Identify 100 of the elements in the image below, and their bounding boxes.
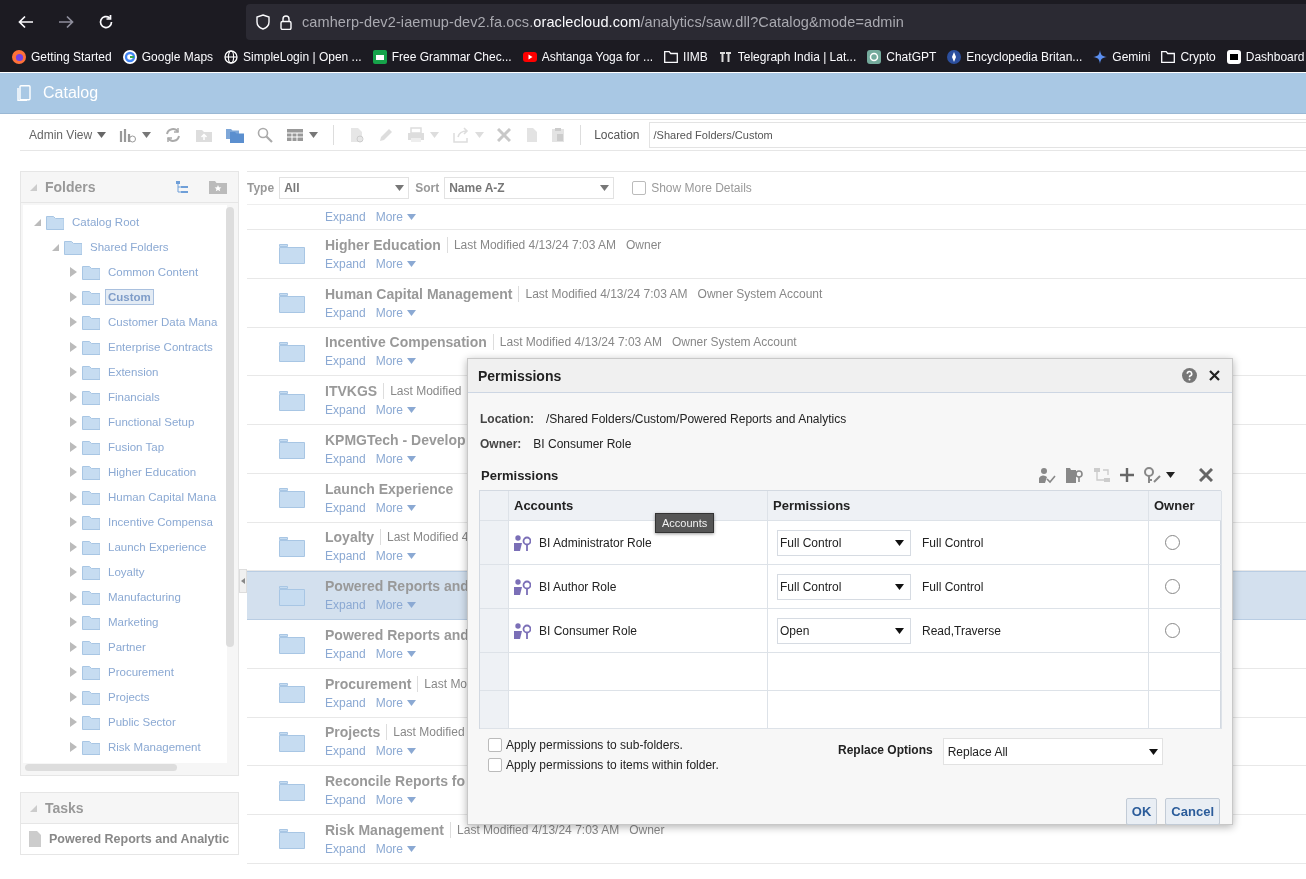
more-menu[interactable]: More (375, 403, 417, 418)
expand-arrow-icon[interactable] (69, 541, 77, 552)
share-icon[interactable] (452, 127, 471, 143)
forward-icon[interactable] (58, 15, 74, 29)
expand-link[interactable]: Expand (325, 451, 366, 466)
tree-item[interactable]: Higher Education (105, 463, 200, 480)
expand-arrow-icon[interactable] (69, 591, 77, 602)
tree-item[interactable]: Extension (105, 363, 162, 380)
scrollbar[interactable] (25, 764, 177, 771)
table-icon[interactable] (286, 128, 305, 142)
collapse-arrow-icon[interactable] (33, 217, 41, 226)
bookmark[interactable]: Free Grammar Chec... (372, 50, 512, 64)
collapse-arrow-icon[interactable] (29, 804, 37, 812)
user-check-icon[interactable] (1038, 466, 1056, 484)
help-icon[interactable] (1182, 368, 1197, 383)
expand-link[interactable]: Expand (325, 841, 366, 856)
checkbox[interactable] (488, 758, 502, 772)
bookmark[interactable]: Google Maps (122, 50, 214, 64)
expand-arrow-icon[interactable] (69, 391, 77, 402)
cancel-button[interactable]: Cancel (1165, 798, 1220, 825)
document-icon[interactable] (349, 127, 366, 143)
more-menu[interactable]: More (375, 549, 417, 564)
row-selector-cell[interactable] (480, 653, 509, 691)
expand-arrow-icon[interactable] (69, 566, 77, 577)
row-selector-cell[interactable] (480, 609, 509, 653)
replace-options-dropdown[interactable]: Replace All (942, 738, 1163, 765)
tree-item[interactable]: Manufacturing (105, 588, 184, 605)
expand-arrow-icon[interactable] (69, 716, 77, 727)
expand-link[interactable]: Expand (325, 549, 366, 564)
chart-icon[interactable] (119, 127, 138, 143)
column-header[interactable]: Owner (1149, 491, 1222, 521)
type-dropdown[interactable]: All (279, 177, 410, 199)
row-selector-cell[interactable] (480, 691, 509, 729)
more-menu[interactable]: More (375, 354, 417, 369)
tree-view-icon[interactable] (175, 180, 189, 194)
item-title[interactable]: Incentive Compensation (325, 334, 487, 351)
expand-link[interactable]: Expand (325, 305, 366, 320)
item-title[interactable]: Higher Education (325, 236, 441, 253)
collapse-arrow-icon[interactable] (29, 183, 37, 191)
expand-link[interactable]: Expand (325, 598, 366, 613)
bookmark[interactable]: ChatGPT (867, 50, 937, 64)
expand-arrow-icon[interactable] (69, 416, 77, 427)
item-title[interactable]: KPMGTech - Develop (325, 431, 466, 448)
tree-item[interactable]: Partner (105, 638, 149, 655)
item-title[interactable]: Human Capital Management (325, 285, 513, 302)
checkbox[interactable] (488, 738, 502, 752)
expand-link[interactable]: Expand (325, 210, 366, 224)
lock-icon[interactable] (280, 14, 292, 30)
expand-arrow-icon[interactable] (69, 641, 77, 652)
expand-link[interactable]: Expand (325, 403, 366, 418)
expand-arrow-icon[interactable] (69, 316, 77, 327)
expand-link[interactable]: Expand (325, 744, 366, 759)
tree-item[interactable]: Common Content (105, 263, 202, 280)
bookmark[interactable]: Gemini (1093, 50, 1151, 64)
expand-arrow-icon[interactable] (69, 366, 77, 377)
expand-arrow-icon[interactable] (69, 616, 77, 627)
tree-item[interactable]: Fusion Tap (105, 438, 168, 455)
bookmark[interactable]: Dashboard (1226, 50, 1305, 64)
bookmark[interactable]: Crypto (1161, 50, 1216, 64)
expand-link[interactable]: Expand (325, 256, 366, 271)
expand-link[interactable]: Expand (325, 646, 366, 661)
checkbox[interactable] (632, 181, 647, 195)
more-menu[interactable]: More (375, 695, 417, 710)
more-menu[interactable]: More (375, 646, 417, 661)
expand-arrow-icon[interactable] (69, 666, 77, 677)
caret-icon[interactable] (1166, 472, 1175, 478)
tree-item[interactable]: Financials (105, 388, 163, 405)
folder-up-icon[interactable] (195, 127, 214, 143)
more-menu[interactable]: More (375, 500, 417, 515)
folder-key-icon[interactable] (1066, 467, 1084, 483)
tree-item[interactable]: Incentive Compensa (105, 513, 216, 530)
list-row[interactable]: Higher Education Last Modified 4/13/24 7:03 AM Owner Expand More (247, 230, 1306, 279)
tree-item[interactable]: Launch Experience (105, 538, 210, 555)
hierarchy-icon[interactable] (1094, 467, 1110, 483)
expand-link[interactable]: Expand (325, 793, 366, 808)
expand-arrow-icon[interactable] (69, 691, 77, 702)
tree-item[interactable]: Shared Folders (87, 238, 172, 255)
more-menu[interactable]: More (375, 598, 417, 613)
item-title[interactable]: Projects (325, 724, 381, 741)
expand-arrow-icon[interactable] (69, 466, 77, 477)
bookmark[interactable]: Encyclopedia Britan... (947, 50, 1083, 64)
tree-item[interactable]: Risk Management (105, 738, 204, 755)
refresh-icon[interactable] (164, 127, 183, 143)
tree-item[interactable]: Human Capital Mana (105, 488, 220, 505)
close-icon[interactable] (1209, 370, 1220, 381)
row-selector-cell[interactable] (480, 565, 509, 609)
bookmark[interactable]: Getting Started (12, 50, 112, 64)
item-title[interactable]: Procurement (325, 675, 412, 692)
bookmark[interactable]: IIMB (664, 50, 708, 64)
item-title[interactable]: Risk Management (325, 821, 445, 838)
shield-icon[interactable] (256, 14, 270, 30)
tree-item[interactable]: Marketing (105, 613, 162, 630)
row-selector-cell[interactable] (480, 521, 509, 565)
add-icon[interactable] (1120, 468, 1134, 482)
scrollbar[interactable] (226, 207, 234, 647)
tree-item[interactable]: Functional Setup (105, 413, 198, 430)
printer-icon[interactable] (407, 127, 426, 143)
tree-item[interactable]: Catalog Root (69, 213, 143, 230)
item-title[interactable]: Launch Experience (325, 480, 454, 497)
favorite-folder-icon[interactable] (209, 180, 227, 194)
